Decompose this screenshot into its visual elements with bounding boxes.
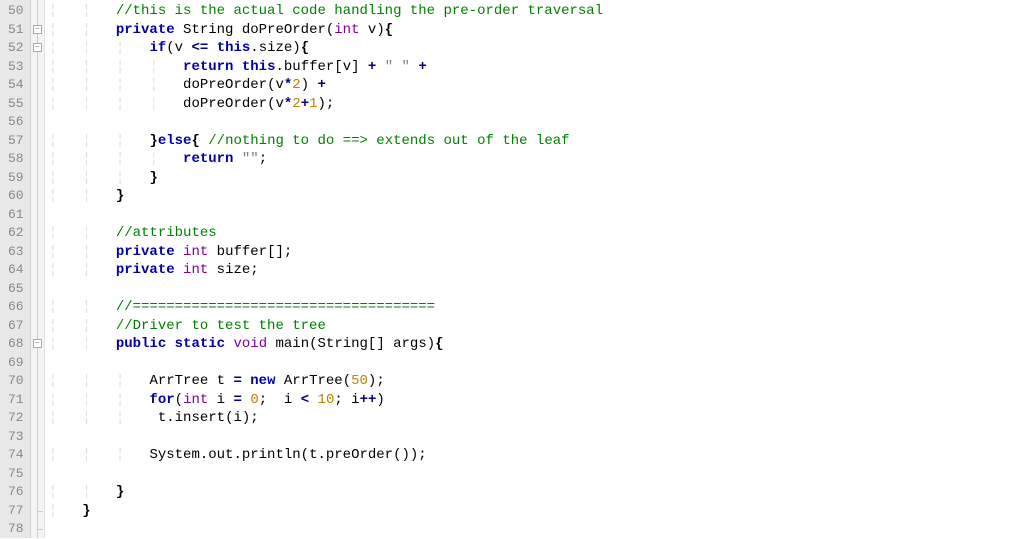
code-line[interactable] <box>49 465 1024 484</box>
code-line[interactable]: ¦ ¦ } <box>49 483 1024 502</box>
code-line[interactable]: ¦ ¦ ¦ ¦ return this.buffer[v] + " " + <box>49 58 1024 77</box>
code-line[interactable]: ¦ ¦ ¦ }else{ //nothing to do ==> extends… <box>49 132 1024 151</box>
fold-column[interactable]: − − − <box>31 0 45 538</box>
code-line[interactable] <box>49 280 1024 299</box>
code-line[interactable]: ¦ ¦ public static void main(String[] arg… <box>49 335 1024 354</box>
code-line[interactable]: ¦ ¦ ¦ ¦ return ""; <box>49 150 1024 169</box>
code-line[interactable]: ¦ ¦ //Driver to test the tree <box>49 317 1024 336</box>
line-number-gutter: 50 51 52 53 54 55 56 57 58 59 60 61 62 6… <box>0 0 31 538</box>
code-line[interactable] <box>49 428 1024 447</box>
code-line[interactable]: ¦ ¦ ¦ ¦ doPreOrder(v*2+1); <box>49 95 1024 114</box>
code-line[interactable]: ¦ ¦ } <box>49 187 1024 206</box>
code-line[interactable]: ¦ ¦ ¦ } <box>49 169 1024 188</box>
code-line[interactable] <box>49 520 1024 539</box>
code-line[interactable] <box>49 354 1024 373</box>
code-line[interactable] <box>49 206 1024 225</box>
fold-end-icon <box>37 511 43 512</box>
code-line[interactable]: ¦ ¦ ¦ for(int i = 0; i < 10; i++) <box>49 391 1024 410</box>
code-line[interactable]: ¦ ¦ //==================================… <box>49 298 1024 317</box>
code-line[interactable]: ¦ ¦ ¦ t.insert(i); <box>49 409 1024 428</box>
code-line[interactable]: ¦ ¦ ¦ if(v <= this.size){ <box>49 39 1024 58</box>
code-line[interactable]: ¦ ¦ //attributes <box>49 224 1024 243</box>
code-line[interactable]: ¦ ¦ ¦ ArrTree t = new ArrTree(50); <box>49 372 1024 391</box>
code-line[interactable]: ¦ ¦ ¦ ¦ doPreOrder(v*2) + <box>49 76 1024 95</box>
code-line[interactable]: ¦ ¦ ¦ System.out.println(t.preOrder()); <box>49 446 1024 465</box>
code-line[interactable]: ¦ ¦ private int size; <box>49 261 1024 280</box>
code-line[interactable]: ¦ ¦ private int buffer[]; <box>49 243 1024 262</box>
code-line[interactable] <box>49 113 1024 132</box>
code-editor-area[interactable]: ¦ ¦ //this is the actual code handling t… <box>45 0 1024 538</box>
code-line[interactable]: ¦ ¦ //this is the actual code handling t… <box>49 2 1024 21</box>
code-line[interactable]: ¦ ¦ private String doPreOrder(int v){ <box>49 21 1024 40</box>
code-line[interactable]: ¦ } <box>49 502 1024 521</box>
fold-toggle-icon[interactable]: − <box>33 25 42 34</box>
fold-toggle-icon[interactable]: − <box>33 43 42 52</box>
fold-toggle-icon[interactable]: − <box>33 339 42 348</box>
fold-end-icon <box>37 529 43 530</box>
